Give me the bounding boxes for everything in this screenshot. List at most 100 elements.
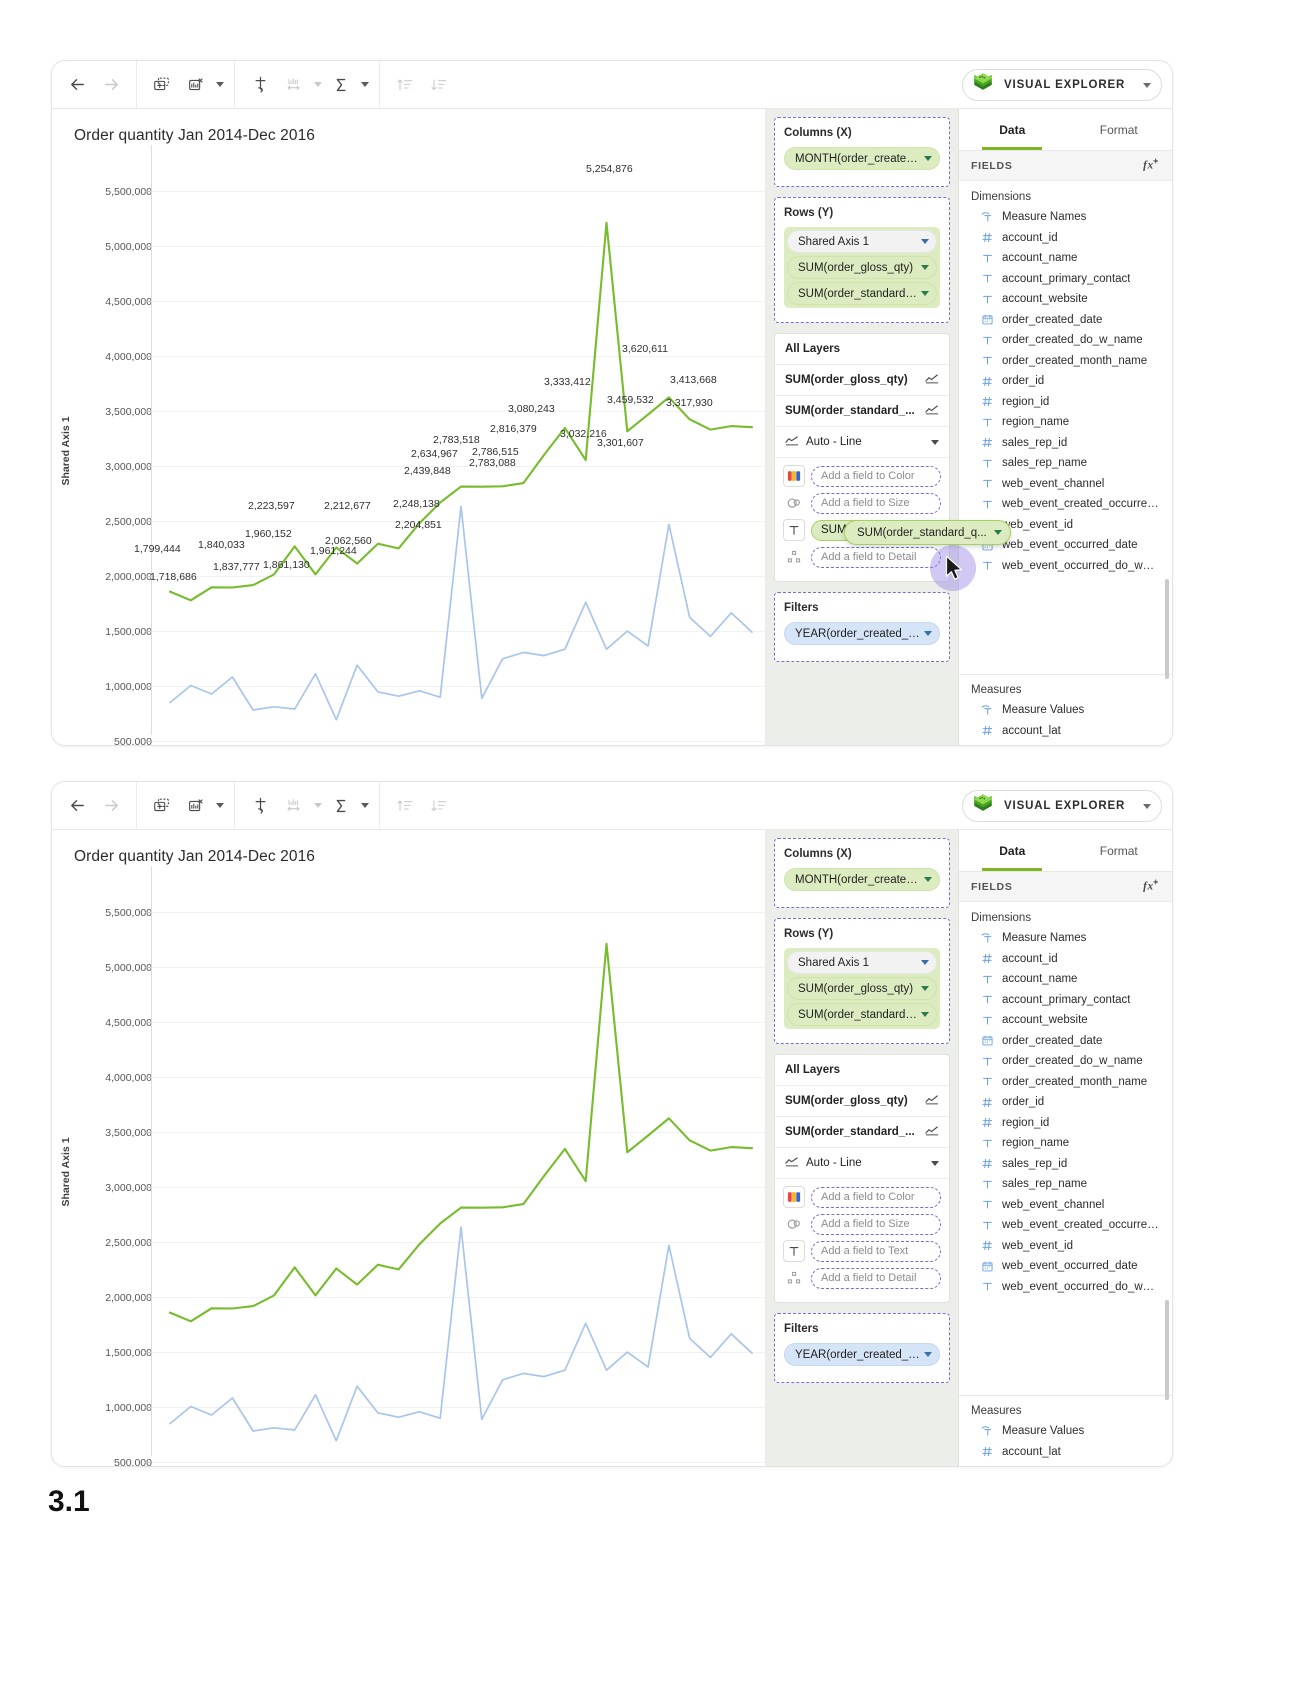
columns-shelf[interactable]: Columns (X) MONTH(order_created_d... <box>774 838 950 908</box>
columns-pill-month[interactable]: MONTH(order_created_d... <box>784 868 940 891</box>
field-item[interactable]: order_created_month_name <box>959 1072 1172 1093</box>
encoding-detail[interactable]: Add a field to Detail <box>783 1267 941 1289</box>
clear-sheet-dropdown-caret[interactable] <box>216 803 224 808</box>
fields-scrollbar[interactable] <box>1165 1300 1169 1400</box>
add-sheet-icon[interactable] <box>147 791 177 821</box>
filters-shelf[interactable]: Filters YEAR(order_created_date) <box>774 1313 950 1383</box>
field-item[interactable]: account_website <box>959 289 1172 310</box>
field-item[interactable]: web_event_occurred_date <box>959 1256 1172 1277</box>
swap-axes-icon[interactable] <box>245 791 275 821</box>
clear-sheet-icon[interactable] <box>181 791 211 821</box>
fields-scrollbar[interactable] <box>1165 579 1169 679</box>
field-item[interactable]: Measure Names <box>959 928 1172 949</box>
field-item[interactable]: web_event_channel <box>959 1195 1172 1216</box>
mark-type-caret-icon[interactable] <box>931 440 939 445</box>
sort-ascending-icon[interactable] <box>390 70 420 100</box>
field-item[interactable]: account_name <box>959 969 1172 990</box>
rows-pill-shared-axis[interactable]: Shared Axis 1 <box>787 230 937 253</box>
totals-dropdown-caret[interactable] <box>361 803 369 808</box>
layer-item-gloss[interactable]: SUM(order_gloss_qty) <box>775 365 949 396</box>
field-item[interactable]: account_website <box>959 1010 1172 1031</box>
detail-dropzone[interactable]: Add a field to Detail <box>811 1268 941 1289</box>
field-item[interactable]: order_created_do_w_name <box>959 330 1172 351</box>
sigma-icon[interactable] <box>326 70 356 100</box>
field-item[interactable]: web_event_channel <box>959 474 1172 495</box>
pill-caret-icon[interactable] <box>921 986 929 991</box>
rows-pill-shared-axis[interactable]: Shared Axis 1 <box>787 951 937 974</box>
size-dropzone[interactable]: Add a field to Size <box>811 1214 941 1235</box>
field-item[interactable]: web_event_occurred_do_w_name <box>959 556 1172 577</box>
tab-format[interactable]: Format <box>1066 109 1173 150</box>
layer-item-gloss[interactable]: SUM(order_gloss_qty) <box>775 1086 949 1117</box>
field-item[interactable]: region_name <box>959 412 1172 433</box>
swap-axes-icon[interactable] <box>245 70 275 100</box>
brand-button[interactable]: VISUAL EXPLORER <box>962 69 1162 101</box>
clear-sheet-dropdown-caret[interactable] <box>216 82 224 87</box>
field-item[interactable]: order_created_do_w_name <box>959 1051 1172 1072</box>
encoding-size[interactable]: Add a field to Size <box>783 492 941 514</box>
add-calculation-icon[interactable]: fx <box>1143 157 1160 175</box>
tab-format[interactable]: Format <box>1066 830 1173 871</box>
fit-width-icon[interactable] <box>279 791 309 821</box>
layer-item-standard[interactable]: SUM(order_standard_... <box>775 396 949 427</box>
columns-shelf[interactable]: Columns (X) MONTH(order_created_d... <box>774 117 950 187</box>
filter-pill-year[interactable]: YEAR(order_created_date) <box>784 1343 940 1366</box>
field-item[interactable]: order_id <box>959 371 1172 392</box>
field-item[interactable]: web_event_created_occurred_na... <box>959 494 1172 515</box>
mark-type-caret-icon[interactable] <box>931 1161 939 1166</box>
field-item[interactable]: region_name <box>959 1133 1172 1154</box>
color-dropzone[interactable]: Add a field to Color <box>811 466 941 487</box>
field-item[interactable]: region_id <box>959 392 1172 413</box>
detail-dropzone[interactable]: Add a field to Detail <box>811 547 941 568</box>
field-item[interactable]: Measure Values <box>959 1421 1172 1442</box>
brand-caret-icon[interactable] <box>1143 804 1151 809</box>
field-item[interactable]: order_id <box>959 1092 1172 1113</box>
encoding-detail[interactable]: Add a field to Detail <box>783 546 941 568</box>
pill-caret-icon[interactable] <box>924 156 932 161</box>
filter-pill-year[interactable]: YEAR(order_created_date) <box>784 622 940 645</box>
tab-data[interactable]: Data <box>959 109 1066 150</box>
field-item[interactable]: account_lat <box>959 721 1172 742</box>
tab-data[interactable]: Data <box>959 830 1066 871</box>
rows-pill-standard-qty[interactable]: SUM(order_standard_qty) <box>787 282 937 305</box>
pill-caret-icon[interactable] <box>924 1352 932 1357</box>
add-sheet-icon[interactable] <box>147 70 177 100</box>
pill-caret-icon[interactable] <box>924 631 932 636</box>
fit-width-dropdown-caret[interactable] <box>314 803 322 808</box>
brand-button[interactable]: VISUAL EXPLORER <box>962 790 1162 822</box>
encoding-size[interactable]: Add a field to Size <box>783 1213 941 1235</box>
columns-pill-month[interactable]: MONTH(order_created_d... <box>784 147 940 170</box>
field-item[interactable]: account_id <box>959 949 1172 970</box>
field-item[interactable]: account_primary_contact <box>959 990 1172 1011</box>
pill-caret-icon[interactable] <box>921 239 929 244</box>
field-item[interactable]: Measure Names <box>959 207 1172 228</box>
field-item[interactable]: region_id <box>959 1113 1172 1134</box>
back-button[interactable] <box>62 70 92 100</box>
field-item[interactable]: web_event_id <box>959 1236 1172 1257</box>
shared-axis-group[interactable]: Shared Axis 1 SUM(order_gloss_qty) SUM(o… <box>784 227 940 308</box>
add-calculation-icon[interactable]: fx <box>1143 878 1160 896</box>
pill-caret-icon[interactable] <box>924 877 932 882</box>
field-item[interactable]: sales_rep_id <box>959 1154 1172 1175</box>
back-button[interactable] <box>62 791 92 821</box>
forward-button[interactable] <box>96 791 126 821</box>
encoding-text[interactable]: Add a field to Text <box>783 1240 941 1262</box>
pill-caret-icon[interactable] <box>921 265 929 270</box>
field-item[interactable]: web_event_occurred_do_w_name <box>959 1277 1172 1298</box>
rows-shelf[interactable]: Rows (Y) Shared Axis 1 SUM(order_gloss_q… <box>774 918 950 1044</box>
brand-caret-icon[interactable] <box>1143 83 1151 88</box>
pill-caret-icon[interactable] <box>921 960 929 965</box>
clear-sheet-icon[interactable] <box>181 70 211 100</box>
field-item[interactable]: account_lat <box>959 1442 1172 1463</box>
encoding-color[interactable]: Add a field to Color <box>783 465 941 487</box>
field-item[interactable]: order_created_date <box>959 1031 1172 1052</box>
sort-descending-icon[interactable] <box>424 791 454 821</box>
field-item[interactable]: order_created_date <box>959 310 1172 331</box>
shared-axis-group[interactable]: Shared Axis 1 SUM(order_gloss_qty) SUM(o… <box>784 948 940 1029</box>
mark-type-selector[interactable]: Auto - Line <box>775 427 949 458</box>
color-dropzone[interactable]: Add a field to Color <box>811 1187 941 1208</box>
sigma-icon[interactable] <box>326 791 356 821</box>
field-item[interactable]: account_id <box>959 228 1172 249</box>
sort-descending-icon[interactable] <box>424 70 454 100</box>
mark-type-selector[interactable]: Auto - Line <box>775 1148 949 1179</box>
